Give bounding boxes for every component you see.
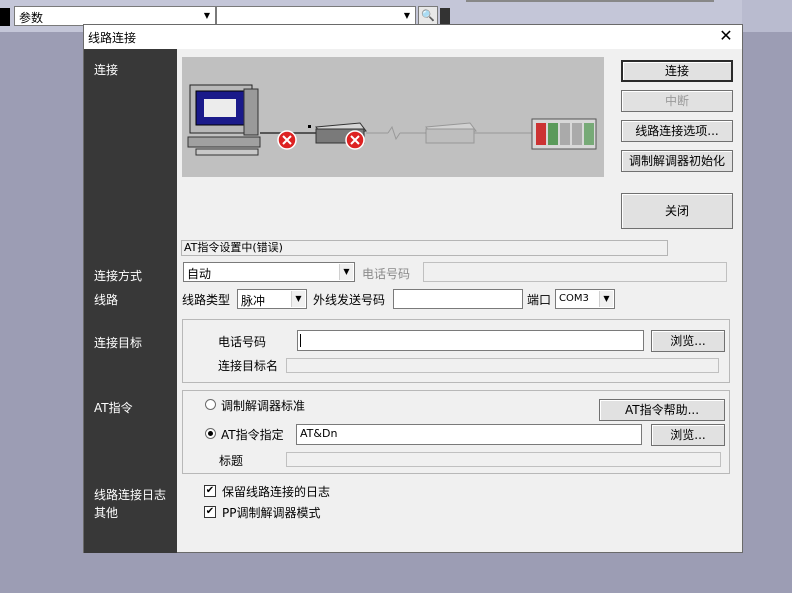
close-button[interactable]: 关闭 xyxy=(621,193,733,229)
toolbar-edge xyxy=(0,8,10,26)
line-connection-dialog: 线路连接 ✕ 连接 连接方式 线路 连接目标 AT指令 线路连接日志 其他 连接… xyxy=(83,24,743,553)
at-command-value: AT&Dn xyxy=(300,427,338,440)
modem-init-button[interactable]: 调制解调器初始化 xyxy=(621,150,733,172)
dialog-titlebar: 线路连接 ✕ xyxy=(84,25,742,49)
connect-phone-input xyxy=(423,262,727,282)
at-command-input[interactable]: AT&Dn xyxy=(296,424,642,445)
outside-number-input[interactable] xyxy=(393,289,523,309)
at-help-button[interactable]: AT指令帮助... xyxy=(599,399,725,421)
left-label-panel: 连接 连接方式 线路 连接目标 AT指令 线路连接日志 其他 xyxy=(84,49,177,553)
text-cursor xyxy=(300,334,301,347)
line-type-label: 线路类型 xyxy=(182,293,231,307)
parameter-combo-value: 参数 xyxy=(19,11,44,25)
target-phone-input[interactable] xyxy=(297,330,644,351)
search-icon[interactable]: 🔍 xyxy=(418,6,438,26)
browse-button-2[interactable]: 浏览... xyxy=(651,424,725,446)
label-connect-method: 连接方式 xyxy=(94,269,143,283)
computer-icon xyxy=(187,84,261,156)
connection-diagram-svg xyxy=(187,84,597,156)
line-options-button[interactable]: 线路连接选项... xyxy=(621,120,733,142)
line-type-select[interactable]: 脉冲 ▼ xyxy=(237,289,307,309)
status-text: AT指令设置中(错误) xyxy=(181,240,668,256)
label-log: 线路连接日志 xyxy=(94,488,167,502)
secondary-combo[interactable]: ▼ xyxy=(216,6,416,26)
browse-button[interactable]: 浏览... xyxy=(651,330,725,352)
chevron-down-icon[interactable]: ▼ xyxy=(339,264,353,280)
modem-standard-label: 调制解调器标准 xyxy=(221,399,306,413)
keep-log-checkbox[interactable]: ✔ xyxy=(204,485,216,497)
connect-button[interactable]: 连接 xyxy=(621,60,733,82)
label-connect: 连接 xyxy=(94,63,119,77)
chevron-down-icon[interactable]: ▼ xyxy=(201,10,213,22)
port-value: COM3 xyxy=(559,293,589,304)
parameter-combo[interactable]: 参数 ▼ xyxy=(14,6,216,26)
disconnect-button[interactable]: 中断 xyxy=(621,90,733,112)
label-at-command: AT指令 xyxy=(94,401,133,415)
label-other: 其他 xyxy=(94,506,119,520)
phone-label-disabled: 电话号码 xyxy=(362,267,411,281)
connection-diagram xyxy=(182,57,604,177)
target-phone-label: 电话号码 xyxy=(218,335,267,349)
chevron-down-icon[interactable]: ▼ xyxy=(401,10,413,22)
at-title-label: 标题 xyxy=(219,454,244,468)
keep-log-label: 保留线路连接的日志 xyxy=(222,485,331,499)
tab-strip-edge xyxy=(466,0,714,2)
modem-standard-radio[interactable] xyxy=(205,399,216,410)
chevron-down-icon[interactable]: ▼ xyxy=(599,291,613,307)
connect-method-value: 自动 xyxy=(187,267,212,281)
close-icon[interactable]: ✕ xyxy=(716,26,736,46)
plc-icon xyxy=(531,118,597,150)
toolbar-divider xyxy=(440,8,450,24)
remote-modem-icon xyxy=(425,122,477,144)
at-title-input xyxy=(286,452,721,467)
label-line: 线路 xyxy=(94,293,119,307)
side-frame xyxy=(742,0,792,32)
outside-number-label: 外线发送号码 xyxy=(313,293,386,307)
line-type-value: 脉冲 xyxy=(241,294,266,308)
chevron-down-icon[interactable]: ▼ xyxy=(291,291,305,307)
at-custom-label: AT指令指定 xyxy=(221,428,284,442)
pp-mode-checkbox[interactable]: ✔ xyxy=(204,506,216,518)
pp-mode-label: PP调制解调器模式 xyxy=(222,506,321,520)
dialog-title: 线路连接 xyxy=(88,31,137,45)
connect-method-select[interactable]: 自动 ▼ xyxy=(183,262,355,282)
target-name-input xyxy=(286,358,719,373)
at-custom-radio[interactable] xyxy=(205,428,216,439)
port-label: 端口 xyxy=(527,293,552,307)
label-target: 连接目标 xyxy=(94,336,143,350)
target-name-label: 连接目标名 xyxy=(218,359,279,373)
port-select[interactable]: COM3 ▼ xyxy=(555,289,615,309)
